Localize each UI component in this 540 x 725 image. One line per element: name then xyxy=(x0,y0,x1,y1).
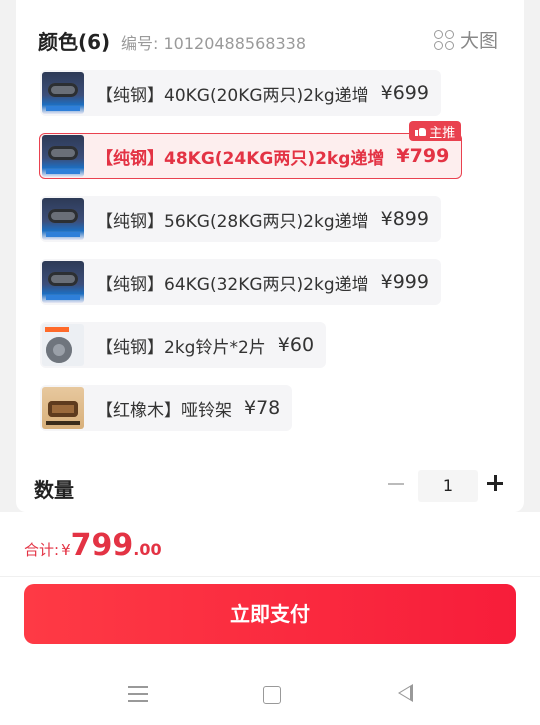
dumbbell-rack-image xyxy=(42,387,84,429)
dumbbell-product-image xyxy=(42,135,84,177)
system-nav-bar xyxy=(0,666,540,725)
menu-nav-icon[interactable] xyxy=(128,686,148,702)
total-currency: ¥ xyxy=(61,541,71,559)
variant-option-selected[interactable]: 【纯钢】48KG(24KG两只)2kg递增 ¥799 主推 xyxy=(39,121,463,179)
variant-label: 【纯钢】2kg铃片*2片 xyxy=(96,337,266,358)
thumbs-up-icon xyxy=(415,126,427,136)
minus-icon[interactable] xyxy=(386,472,408,494)
variant-option[interactable]: 【纯钢】64KG(32KG两只)2kg递增 ¥999 xyxy=(40,259,441,305)
variant-option[interactable]: 【纯钢】56KG(28KG两只)2kg递增 ¥899 xyxy=(40,196,441,242)
total-label: 合计: xyxy=(24,541,60,559)
recommended-badge: 主推 xyxy=(409,121,462,141)
total-price: 合计: ¥ 799 .00 xyxy=(24,528,162,563)
quantity-label: 数量 xyxy=(34,478,74,502)
total-amount-decimal: .00 xyxy=(133,540,162,559)
color-section-title: 颜色(6) xyxy=(38,30,111,54)
quantity-row: 数量 1 xyxy=(16,466,524,506)
variant-price: ¥999 xyxy=(380,271,429,293)
quantity-input[interactable]: 1 xyxy=(418,470,478,502)
dumbbell-product-image xyxy=(42,198,84,240)
dumbbell-product-image xyxy=(42,261,84,303)
pay-now-button[interactable]: 立即支付 xyxy=(24,584,516,644)
variant-price: ¥699 xyxy=(380,82,429,104)
variant-option[interactable]: 【纯钢】2kg铃片*2片 ¥60 xyxy=(40,322,327,368)
sku-header: 颜色(6) 编号: 10120488568338 大图 xyxy=(16,0,524,80)
back-nav-icon[interactable] xyxy=(398,684,413,702)
dumbbell-product-image xyxy=(42,72,84,114)
sku-number: 编号: 10120488568338 xyxy=(121,34,306,53)
sku-selector-sheet: 颜色(6) 编号: 10120488568338 大图 【纯钢】40KG(20K… xyxy=(16,0,524,512)
big-image-toggle[interactable]: 大图 xyxy=(433,26,498,53)
plus-icon[interactable] xyxy=(484,472,506,494)
variant-label: 【红橡木】哑铃架 xyxy=(96,400,232,421)
grid-icon xyxy=(433,29,454,50)
variant-price: ¥899 xyxy=(380,208,429,230)
variant-label: 【纯钢】56KG(28KG两只)2kg递增 xyxy=(96,211,369,232)
variant-label: 【纯钢】64KG(32KG两只)2kg递增 xyxy=(96,274,369,295)
variant-option[interactable]: 【红橡木】哑铃架 ¥78 xyxy=(40,385,293,431)
weight-plate-image xyxy=(42,324,84,366)
big-image-label: 大图 xyxy=(459,30,498,52)
variant-option[interactable]: 【纯钢】40KG(20KG两只)2kg递增 ¥699 xyxy=(40,70,441,116)
recommended-badge-label: 主推 xyxy=(429,125,456,141)
variant-price: ¥799 xyxy=(396,145,450,167)
divider xyxy=(0,576,540,577)
total-amount-integer: 799 xyxy=(70,528,134,563)
variant-label: 【纯钢】48KG(24KG两只)2kg递增 xyxy=(96,148,385,169)
home-nav-icon[interactable] xyxy=(263,686,281,704)
variant-price: ¥60 xyxy=(277,334,315,356)
variant-label: 【纯钢】40KG(20KG两只)2kg递增 xyxy=(96,85,369,106)
variant-price: ¥78 xyxy=(244,397,281,419)
